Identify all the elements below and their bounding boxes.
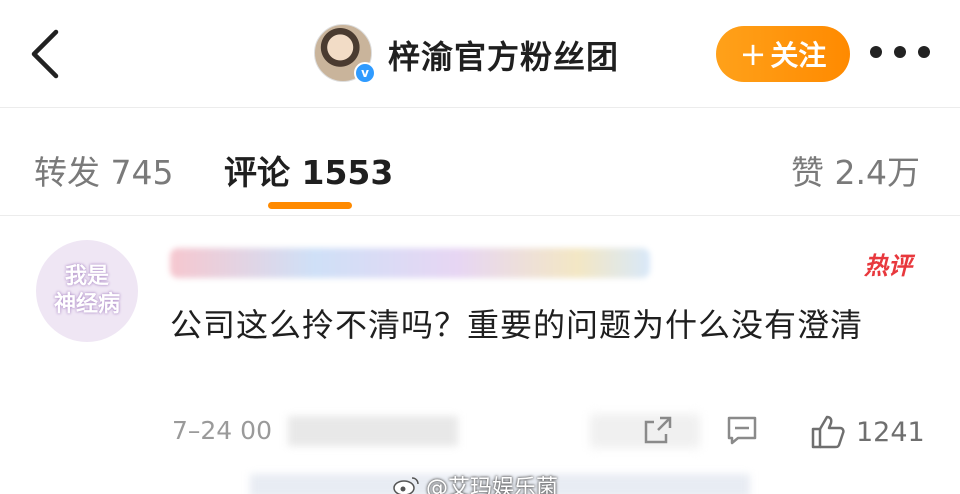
hot-comment-badge: 热评 [864,252,912,280]
like-button[interactable]: 1241 [808,412,925,452]
plus-icon: + [739,35,767,73]
tab-comment[interactable]: 评论 1553 [224,146,393,194]
follow-label: 关注 [770,39,827,72]
follow-button[interactable]: + 关注 [716,26,850,82]
dot [894,46,906,58]
back-chevron-icon[interactable] [24,26,68,82]
dot [918,46,930,58]
weibo-icon [393,477,419,494]
commenter-username-blurred[interactable] [170,248,650,278]
comment-date: 7–24 00 [172,416,272,445]
tab-bar: 转发 745 评论 1553 赞 2.4万 [0,108,960,216]
more-dots-icon[interactable] [870,42,930,62]
verified-badge-icon: v [354,62,376,84]
account-avatar[interactable]: v [314,24,376,84]
dot [870,46,882,58]
thumbs-up-icon [811,415,845,449]
watermark: @艾玛娱乐菌 [392,470,558,494]
comment-location-blurred [288,416,458,446]
comment-text[interactable]: 公司这么拎不清吗？重要的问题为什么没有澄清 [170,300,930,350]
reply-icon[interactable] [724,412,760,452]
comment-item: 我是 神经病 热评 公司这么拎不清吗？重要的问题为什么没有澄清 7–24 00 … [0,216,960,494]
top-bar: v 梓渝官方粉丝团 + 关注 [0,0,960,108]
account-title[interactable]: 梓渝官方粉丝团 [388,32,619,78]
like-count: 1241 [856,416,925,448]
avatar-text-line1: 我是 [64,264,109,289]
tab-like[interactable]: 赞 2.4万 [791,146,920,194]
share-icon[interactable] [640,412,676,452]
watermark-text: @艾玛娱乐菌 [426,476,559,494]
active-tab-indicator [268,202,352,209]
avatar-text-line2: 神经病 [53,292,120,317]
commenter-avatar[interactable]: 我是 神经病 [36,240,138,342]
tab-forward[interactable]: 转发 745 [34,146,173,194]
